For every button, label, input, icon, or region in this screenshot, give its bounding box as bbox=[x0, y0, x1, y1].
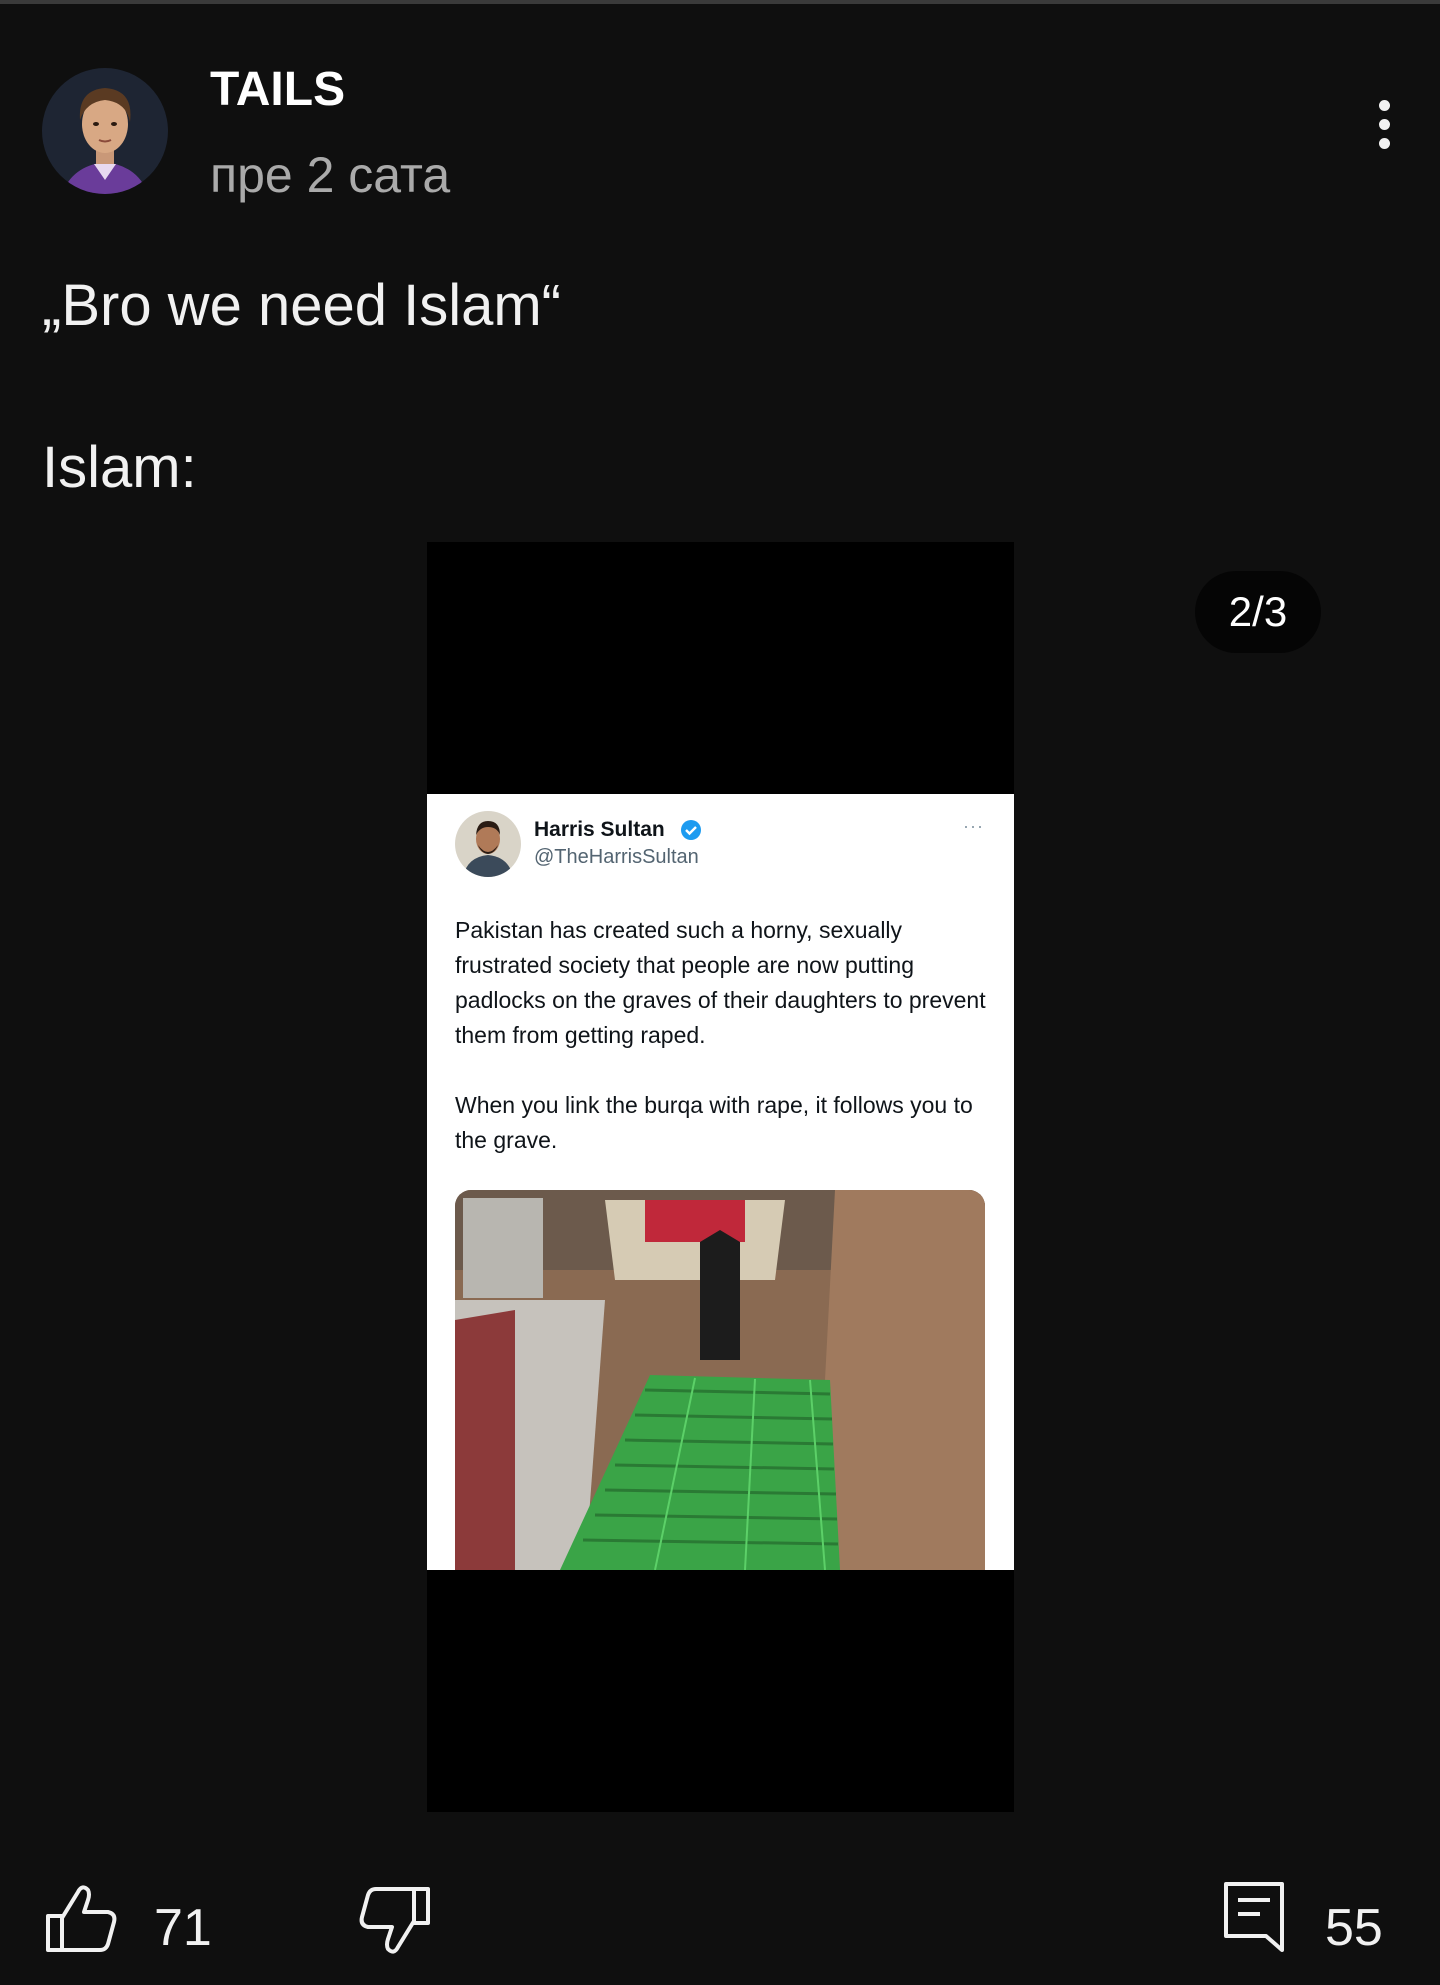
like-count: 71 bbox=[154, 1899, 212, 1957]
post-timestamp: пре 2 сата bbox=[210, 147, 451, 203]
tweet-avatar bbox=[455, 811, 521, 877]
more-vert-icon[interactable] bbox=[1362, 100, 1406, 164]
tweet-paragraph-1: Pakistan has created such a horny, sexua… bbox=[455, 917, 986, 1048]
thumbs-up-icon[interactable] bbox=[44, 1880, 120, 1956]
author-name[interactable]: TAILS bbox=[210, 62, 345, 117]
tweet-more-icon: ··· bbox=[963, 816, 984, 836]
thumbs-down-icon[interactable] bbox=[356, 1883, 432, 1959]
image-counter-badge: 2/3 bbox=[1195, 571, 1321, 653]
post-text-line-1: „Bro we need Islam“ bbox=[42, 273, 561, 338]
tweet-paragraph-2: When you link the burqa with rape, it fo… bbox=[455, 1092, 973, 1153]
tweet-author-name: Harris Sultan bbox=[534, 818, 665, 841]
embedded-tweet-screenshot: Harris Sultan @TheHarrisSultan ··· Pakis… bbox=[427, 794, 1014, 1570]
comment-icon[interactable] bbox=[1222, 1880, 1288, 1956]
grave-photo bbox=[455, 1190, 985, 1570]
tweet-author-handle: @TheHarrisSultan bbox=[534, 846, 699, 868]
post-image[interactable]: Harris Sultan @TheHarrisSultan ··· Pakis… bbox=[427, 542, 1014, 1812]
top-divider bbox=[0, 0, 1440, 4]
verified-badge-icon bbox=[680, 819, 702, 841]
author-avatar[interactable] bbox=[42, 68, 168, 194]
comment-count: 55 bbox=[1325, 1899, 1383, 1957]
post-text-line-2: Islam: bbox=[42, 435, 197, 500]
